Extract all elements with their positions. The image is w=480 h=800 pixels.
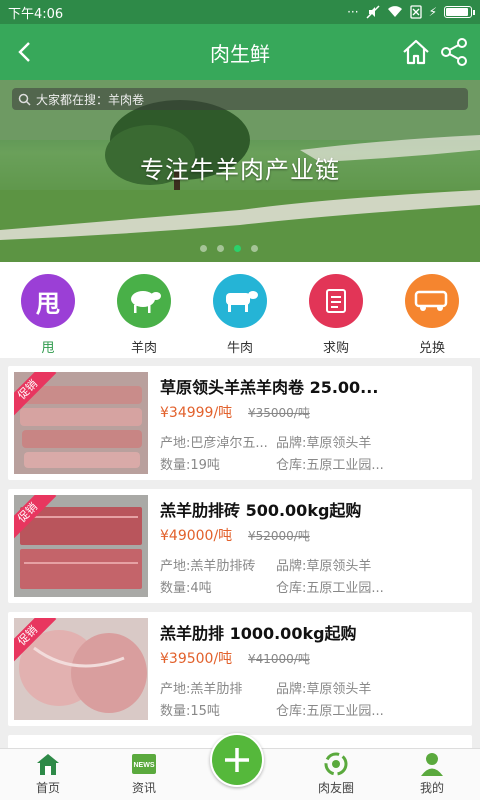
tab-label: 肉友圈 bbox=[317, 781, 354, 795]
shuai-glyph: 甩 bbox=[36, 289, 60, 318]
home-icon bbox=[37, 754, 59, 775]
home-icon[interactable] bbox=[400, 36, 432, 68]
banner-slogan: 专注牛羊肉产业链 bbox=[140, 156, 340, 184]
product-warehouse: 仓库:五原工业园... bbox=[276, 581, 384, 596]
shuai-icon: 甩 bbox=[21, 274, 75, 328]
sim-off-icon bbox=[409, 5, 422, 19]
mute-icon bbox=[366, 5, 380, 19]
circle-icon bbox=[324, 752, 348, 776]
tab-news[interactable]: NEWS 资讯 bbox=[96, 749, 192, 800]
share-icon[interactable] bbox=[438, 36, 470, 68]
category-label: 兑换 bbox=[418, 341, 445, 356]
tab-label: 首页 bbox=[35, 781, 60, 795]
tab-circle[interactable]: 肉友圈 bbox=[288, 749, 384, 800]
wifi-icon bbox=[387, 6, 402, 18]
product-old-price: ¥52000/吨 bbox=[248, 529, 310, 543]
product-quantity: 数量:15吨 bbox=[160, 704, 220, 719]
product-warehouse: 仓库:五原工业园... bbox=[276, 458, 384, 473]
news-badge: NEWS bbox=[134, 762, 155, 769]
sheep-icon bbox=[117, 274, 171, 328]
product-origin: 产地:羔羊肋排 bbox=[160, 682, 243, 697]
add-button[interactable] bbox=[210, 733, 264, 787]
product-image: 促销 bbox=[14, 618, 148, 720]
product-quantity: 数量:4吨 bbox=[160, 581, 212, 596]
product-price: ¥49000/吨 bbox=[160, 528, 233, 544]
product-origin: 产地:羔羊肋排砖 bbox=[160, 559, 256, 574]
product-brand: 品牌:草原领头羊 bbox=[276, 436, 372, 451]
product-image: 促销 bbox=[14, 372, 148, 474]
search-placeholder: 大家都在搜：羊肉卷 bbox=[36, 92, 145, 107]
product-image: 促销 bbox=[14, 495, 148, 597]
category-bar: 甩 甩 羊肉 牛肉 求购 兑换 bbox=[0, 262, 480, 358]
product-brand: 品牌:草原领头羊 bbox=[276, 682, 372, 697]
plus-icon bbox=[225, 748, 249, 772]
carousel-dot bbox=[200, 245, 207, 252]
search-bar[interactable]: 大家都在搜：羊肉卷 bbox=[12, 88, 468, 110]
product-quantity: 数量:19吨 bbox=[160, 458, 220, 473]
tab-profile[interactable]: 我的 bbox=[384, 749, 480, 800]
status-icons: ··· ⚡ bbox=[347, 5, 475, 19]
category-label: 牛肉 bbox=[226, 341, 253, 356]
search-icon bbox=[18, 93, 31, 106]
product-brand: 品牌:草原领头羊 bbox=[276, 559, 372, 574]
cow-icon bbox=[213, 274, 267, 328]
product-price: ¥39500/吨 bbox=[160, 651, 233, 667]
status-bar: 下午4:06 ··· ⚡ bbox=[0, 0, 480, 24]
charging-icon: ⚡ bbox=[428, 5, 437, 19]
user-icon bbox=[421, 753, 443, 776]
category-label: 羊肉 bbox=[130, 341, 157, 356]
category-exchange[interactable]: 兑换 bbox=[384, 262, 480, 358]
banner-carousel[interactable]: 大家都在搜：羊肉卷 专注牛羊肉产业链 bbox=[0, 80, 480, 262]
category-label: 求购 bbox=[322, 341, 349, 356]
document-icon bbox=[309, 274, 363, 328]
product-price: ¥34999/吨 bbox=[160, 405, 233, 421]
tab-label: 我的 bbox=[419, 781, 444, 795]
app-bar: 肉生鲜 bbox=[0, 24, 480, 80]
truck-icon bbox=[405, 274, 459, 328]
product-origin: 产地:巴彦淖尔五... bbox=[160, 436, 268, 451]
status-time: 下午4:06 bbox=[8, 6, 64, 22]
news-icon: NEWS bbox=[132, 754, 156, 774]
category-beef[interactable]: 牛肉 bbox=[192, 262, 288, 358]
carousel-dot bbox=[251, 245, 258, 252]
carousel-dot bbox=[217, 245, 224, 252]
tab-label: 资讯 bbox=[131, 781, 156, 795]
category-label: 甩 bbox=[41, 341, 55, 356]
tab-home[interactable]: 首页 bbox=[0, 749, 96, 800]
carousel-indicator bbox=[200, 245, 258, 252]
battery-icon bbox=[444, 6, 475, 18]
product-name: 草原领头羊羔羊肉卷 25.00... bbox=[160, 378, 379, 397]
product-name: 羔羊肋排砖 500.00kg起购 bbox=[160, 501, 362, 520]
product-name: 羔羊肋排 1000.00kg起购 bbox=[160, 624, 357, 643]
page-title: 肉生鲜 bbox=[210, 41, 270, 66]
carousel-dot-active bbox=[234, 245, 241, 252]
product-card[interactable]: 促销 羔羊肋排 1000.00kg起购 ¥39500/吨 ¥41000/吨 产地… bbox=[8, 612, 472, 726]
product-card[interactable]: 促销 羔羊肋排砖 500.00kg起购 ¥49000/吨 ¥52000/吨 产地… bbox=[8, 489, 472, 603]
product-warehouse: 仓库:五原工业园... bbox=[276, 704, 384, 719]
category-shuai[interactable]: 甩 甩 bbox=[0, 262, 96, 358]
product-card[interactable]: 促销 草原领头羊羔羊肉卷 25.00... ¥34999/吨 ¥35000/吨 … bbox=[8, 366, 472, 480]
signal-icon: ··· bbox=[347, 5, 359, 19]
category-lamb[interactable]: 羊肉 bbox=[96, 262, 192, 358]
category-purchase[interactable]: 求购 bbox=[288, 262, 384, 358]
product-old-price: ¥41000/吨 bbox=[248, 652, 310, 666]
product-old-price: ¥35000/吨 bbox=[248, 406, 310, 420]
back-button[interactable] bbox=[10, 36, 42, 68]
